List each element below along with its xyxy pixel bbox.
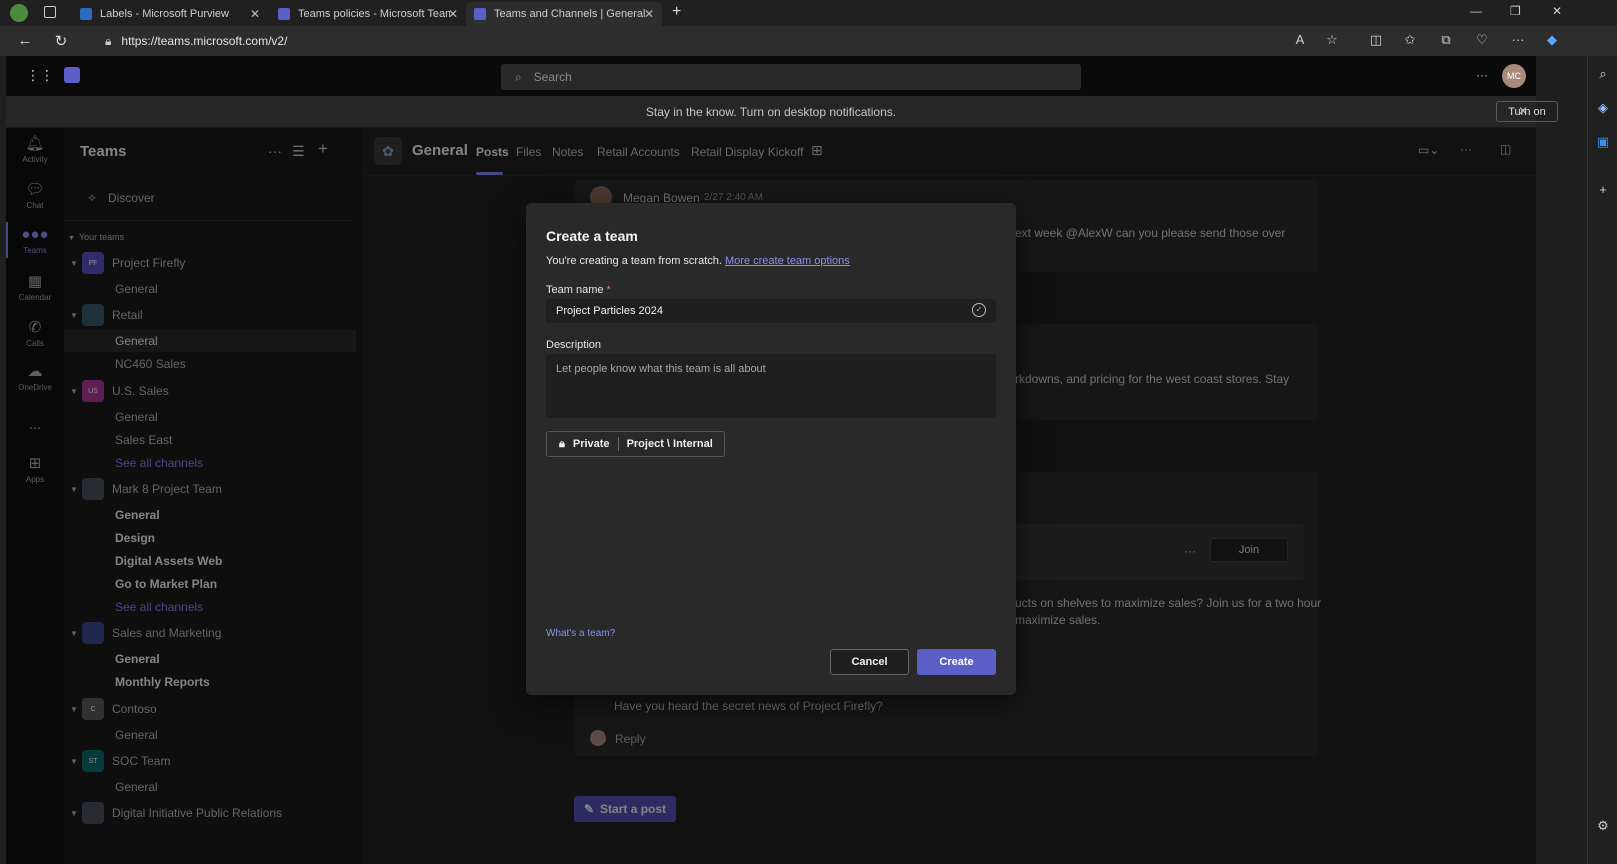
divider [617,437,619,451]
edge-sidebar: ⌕ ◈ ▣ + ⚙ [1587,56,1617,864]
tab-label: Teams and Channels | General | M [494,8,646,20]
cancel-button[interactable]: Cancel [830,649,909,675]
split-screen-icon[interactable]: ◫ [1366,32,1386,48]
url-field[interactable]: 🔒︎ https://teams.microsoft.com/v2/ [93,29,1393,53]
create-button[interactable]: Create [917,649,996,675]
lock-icon: 🔒︎ [559,437,565,450]
settings-more-icon[interactable]: ··· [1508,32,1528,47]
restore-icon[interactable]: ❐ [1510,4,1521,18]
label-text: Team name [546,284,604,296]
read-aloud-icon[interactable]: A [1290,32,1310,47]
tab-actions-icon[interactable] [44,6,56,18]
browser-essentials-icon[interactable]: ♡ [1472,32,1492,48]
tab-label: Teams policies - Microsoft Teams [298,8,450,20]
browser-profile-icon[interactable] [10,4,28,22]
privacy-label: Private [572,438,610,450]
dialog-title: Create a team [546,228,638,244]
refresh-icon[interactable]: ↻ [50,32,72,50]
new-tab-button[interactable]: + [672,3,681,21]
more-options-icon[interactable]: ··· [1476,68,1488,82]
team-name-input[interactable] [546,299,996,323]
purview-icon [80,8,92,20]
dialog-subtitle: You're creating a team from scratch. Mor… [546,255,850,267]
notification-bar: Stay in the know. Turn on desktop notifi… [6,96,1558,128]
close-window-icon[interactable]: ✕ [1552,4,1562,18]
required-mark: * [606,284,611,296]
search-icon[interactable]: ⌕ [1594,66,1612,84]
whats-a-team-link[interactable]: What's a team? [546,628,615,639]
minimize-icon[interactable]: — [1470,4,1482,18]
notification-text: Stay in the know. Turn on desktop notifi… [645,105,897,119]
search-input[interactable]: ⌕ Search [501,64,1081,90]
description-input[interactable] [546,354,996,418]
check-circle-icon: ✓ [972,303,986,317]
team-name-label: Team name * [546,284,611,296]
favorites-icon[interactable]: ✩ [1400,32,1420,48]
address-bar: ← ↻ 🔒︎ https://teams.microsoft.com/v2/ A… [0,26,1617,56]
copilot-icon[interactable]: ◆ [1542,32,1562,48]
browser-tab-bar: Labels - Microsoft Purview ✕ Teams polic… [0,0,1617,26]
back-icon[interactable]: ← [14,32,36,49]
avatar[interactable]: MC [1502,64,1526,88]
privacy-sensitivity-dropdown[interactable]: 🔒︎ Private Project \ Internal [546,431,725,457]
teams-icon [278,8,290,20]
close-icon[interactable]: ✕ [250,7,260,21]
description-label: Description [546,339,602,351]
create-team-dialog: Create a team You're creating a team fro… [526,203,1016,695]
more-options-link[interactable]: More create team options [725,255,850,267]
tab-label: Labels - Microsoft Purview [100,8,229,20]
teams-logo-icon [64,67,80,83]
gear-icon[interactable]: ⚙ [1594,818,1612,836]
teams-icon [474,8,486,20]
collections-icon[interactable]: ⧉ [1436,32,1456,48]
copilot-icon[interactable]: ◈ [1594,100,1612,118]
search-icon: ⌕ [515,69,522,84]
subtitle-text: You're creating a team from scratch. [546,255,722,267]
close-icon[interactable]: ✕ [1518,104,1528,118]
sensitivity-label: Project \ Internal [626,438,713,450]
lock-icon: 🔒︎ [105,33,112,48]
close-icon[interactable]: ✕ [644,7,654,21]
add-icon[interactable]: + [1594,182,1612,200]
url-text: https://teams.microsoft.com/v2/ [121,34,288,48]
browser-tab[interactable]: Teams policies - Microsoft Teams ✕ [270,2,466,26]
favorite-star-icon[interactable]: ☆ [1322,32,1342,48]
browser-tab-active[interactable]: Teams and Channels | General | M ✕ [466,2,662,26]
teams-header: ⋮⋮ ⌕ Search ··· MC [6,56,1536,96]
app-launcher-icon[interactable]: ⋮⋮ [26,67,54,84]
browser-tab[interactable]: Labels - Microsoft Purview ✕ [72,2,268,26]
close-icon[interactable]: ✕ [448,7,458,21]
outlook-icon[interactable]: ▣ [1594,134,1612,152]
search-placeholder: Search [533,70,572,84]
